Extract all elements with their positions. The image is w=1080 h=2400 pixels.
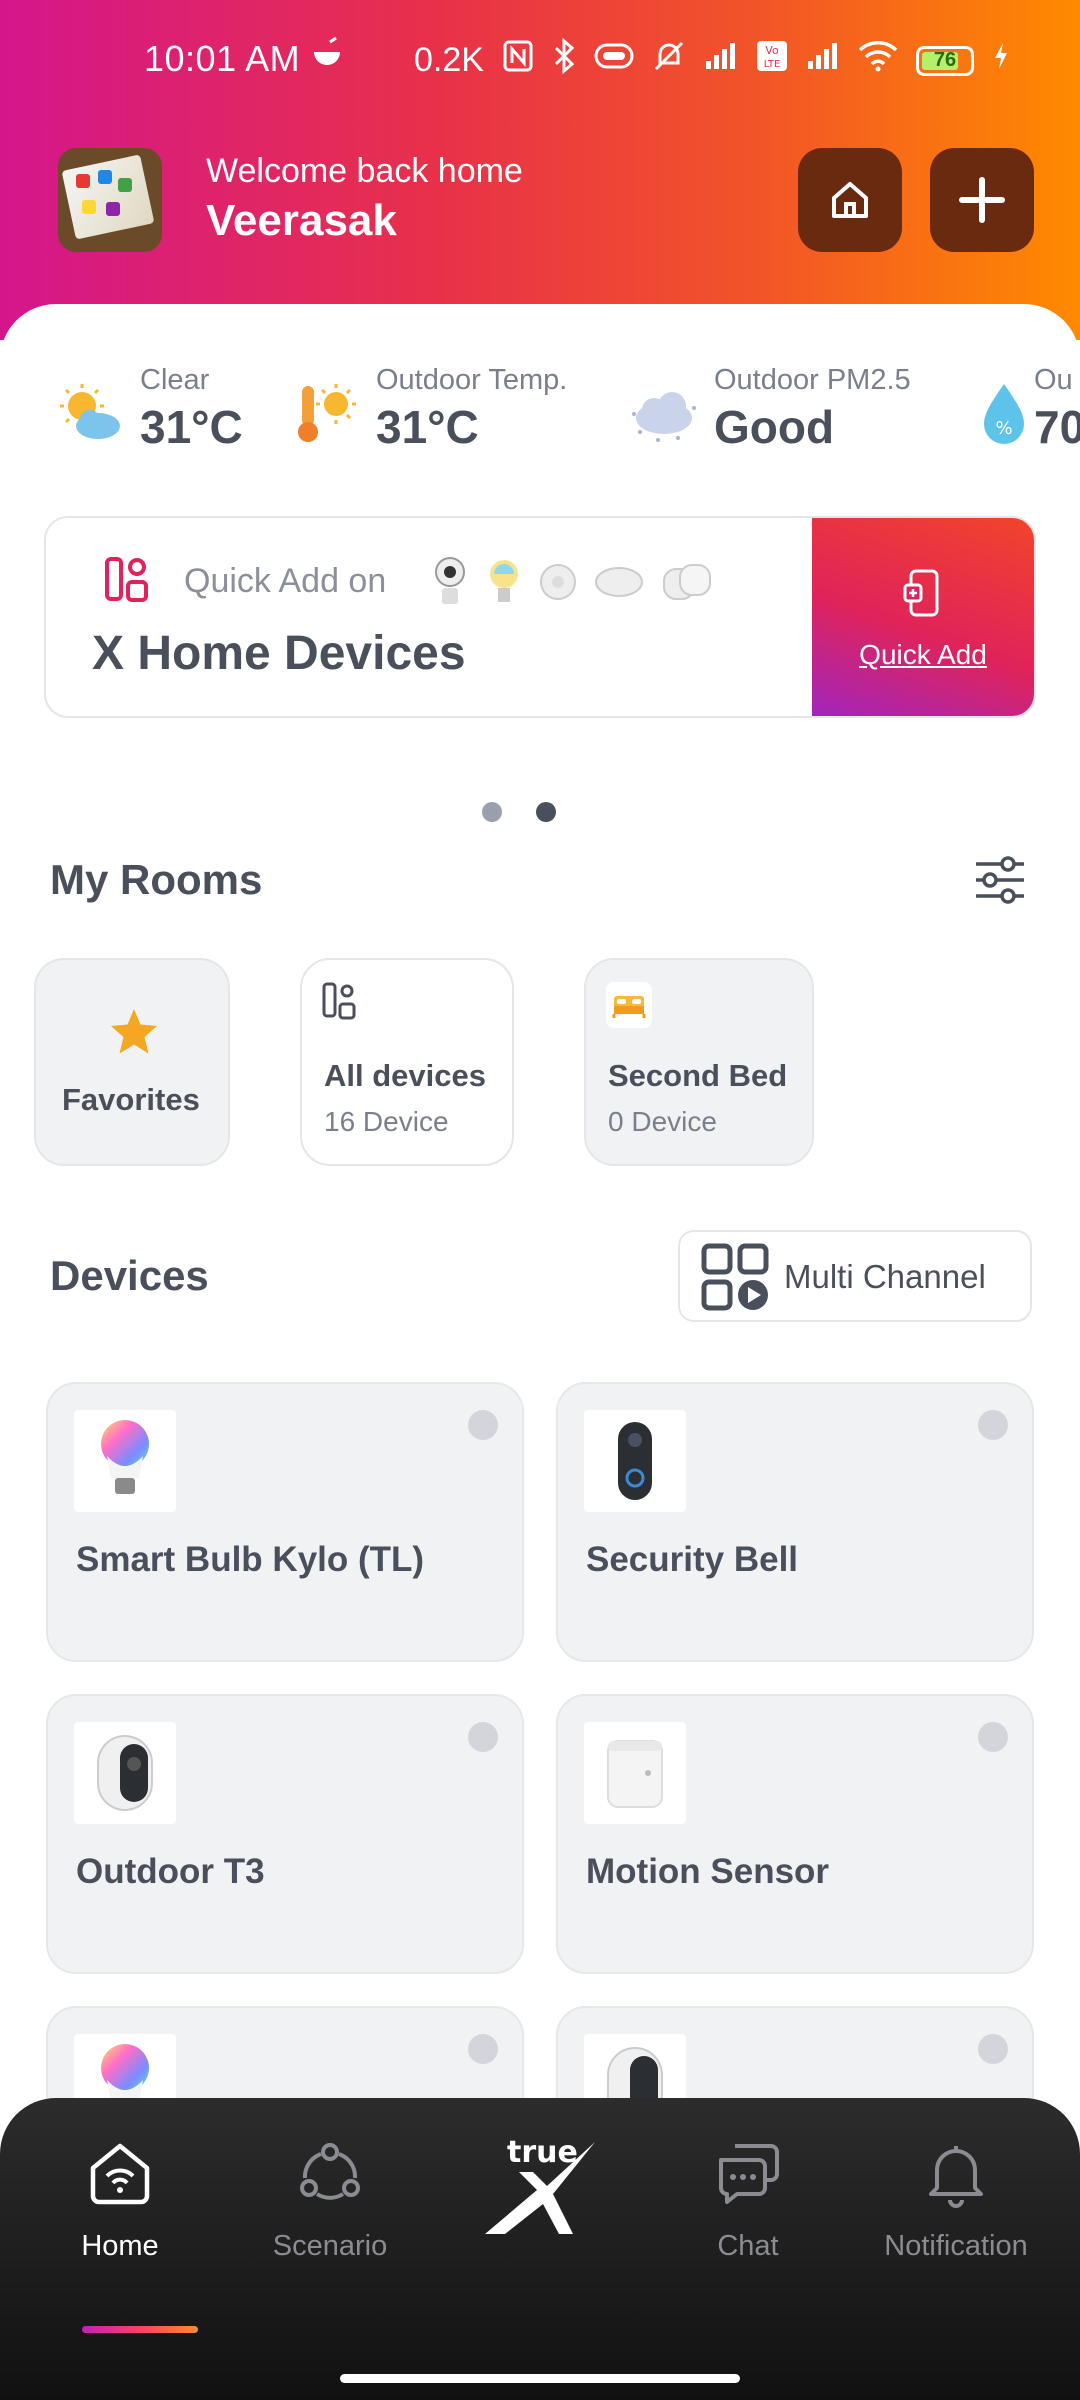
phone-add-icon: [903, 569, 939, 617]
thermometer-sun-icon: [298, 384, 356, 442]
add-button[interactable]: [930, 148, 1034, 252]
svg-text:%: %: [995, 418, 1012, 439]
user-header: Welcome back home Veerasak: [58, 148, 1080, 252]
device-name: Smart Bulb Kylo (TL): [76, 1540, 425, 1579]
device-card[interactable]: Security Bell: [556, 1382, 1034, 1662]
smart-bulb-icon: [74, 1410, 176, 1512]
quick-add-button[interactable]: Quick Add: [812, 518, 1034, 716]
bowl-icon: [310, 36, 344, 79]
net-speed: 0.2K: [414, 41, 484, 79]
carousel-dots: [482, 802, 556, 822]
main-content: Clear 31°C Outdoor Temp. 31°C Outdoor PM…: [0, 304, 1080, 2400]
home-wifi-icon: [90, 2143, 150, 2205]
multi-channel-button[interactable]: Multi Channel: [678, 1230, 1032, 1322]
svg-text:true: true: [507, 2135, 578, 2170]
quick-add-device-icons: [430, 556, 714, 608]
quick-add-card[interactable]: Quick Add on X Home Devices Quick Add: [44, 516, 1036, 718]
wifi-icon: [858, 40, 898, 81]
signal-icon-2: [806, 41, 840, 80]
scenario-icon: [300, 2143, 360, 2200]
quick-add-subtitle: X Home Devices: [92, 627, 466, 680]
weather-strip[interactable]: Clear 31°C Outdoor Temp. 31°C Outdoor PM…: [54, 364, 1080, 464]
quick-add-title: Quick Add on: [184, 562, 387, 600]
status-icons: 0.2K Vo LTE 76: [414, 37, 1010, 83]
star-icon: [111, 1009, 157, 1054]
nfc-icon: [502, 39, 534, 82]
carousel-dot-active[interactable]: [536, 802, 556, 822]
svg-text:Vo: Vo: [765, 44, 779, 57]
nav-scenario[interactable]: Scenario: [230, 2138, 430, 2278]
avatar[interactable]: [58, 148, 162, 252]
device-name: Motion Sensor: [586, 1852, 830, 1891]
device-status-toggle[interactable]: [978, 1722, 1008, 1752]
home-switch-button[interactable]: [798, 148, 902, 252]
device-status-toggle[interactable]: [468, 1722, 498, 1752]
motion-sensor-icon: [584, 1722, 686, 1824]
sun-cloud-icon: [60, 384, 120, 439]
doorbell-icon: [584, 1410, 686, 1512]
outdoor-camera-icon: [74, 1722, 176, 1824]
nav-truex-logo[interactable]: true: [440, 2135, 640, 2278]
welcome-text: Welcome back home: [206, 152, 523, 190]
carousel-dot[interactable]: [482, 802, 502, 822]
device-card[interactable]: Motion Sensor: [556, 1694, 1034, 1974]
bed-icon-wrap: [606, 982, 652, 1028]
dust-cloud-icon: [632, 392, 696, 442]
devices-icon: [105, 557, 148, 602]
bluetooth-icon: [552, 37, 576, 83]
multi-channel-icon: [701, 1243, 769, 1311]
nav-home[interactable]: Home: [20, 2138, 220, 2333]
bulb-icon: [490, 560, 518, 602]
device-name: Security Bell: [586, 1540, 799, 1579]
device-status-toggle[interactable]: [468, 1410, 498, 1440]
signal-icon-1: [704, 41, 738, 80]
room-card-second-bed[interactable]: Second Bed 0 Device: [584, 958, 814, 1166]
device-card[interactable]: Smart Bulb Kylo (TL): [46, 1382, 524, 1662]
camera-icon: [435, 557, 465, 604]
bed-icon: [612, 996, 646, 1018]
room-card-favorites[interactable]: Favorites: [34, 958, 230, 1166]
volte-icon: Vo LTE: [756, 40, 788, 81]
nav-active-indicator: [82, 2326, 198, 2333]
hub-icon: [595, 567, 643, 597]
nav-notification[interactable]: Notification: [856, 2138, 1056, 2278]
charging-icon: [992, 41, 1010, 80]
devices-icon: [322, 982, 356, 1020]
my-rooms-title: My Rooms: [50, 856, 263, 903]
chat-icon: [719, 2144, 779, 2204]
battery-icon: 76: [915, 45, 974, 76]
bell-icon: [929, 2146, 983, 2208]
nav-chat[interactable]: Chat: [648, 2138, 848, 2278]
device-name: Outdoor T3: [76, 1852, 265, 1891]
switch-icon: [663, 564, 711, 600]
home-gesture-indicator[interactable]: [340, 2374, 740, 2383]
truex-logo-icon: true: [485, 2135, 595, 2234]
plus-icon: [959, 177, 1005, 223]
devices-title: Devices: [50, 1252, 209, 1299]
status-time: 10:01 AM: [144, 38, 301, 79]
home-icon: [832, 182, 868, 218]
sensor-icon: [540, 564, 576, 600]
cast-icon: [594, 41, 634, 80]
device-status-toggle[interactable]: [978, 1410, 1008, 1440]
room-card-all-devices[interactable]: All devices 16 Device: [300, 958, 514, 1166]
user-name: Veerasak: [206, 196, 397, 245]
mute-bell-icon: [652, 39, 686, 82]
svg-text:LTE: LTE: [764, 59, 781, 70]
filter-sliders-icon[interactable]: [972, 852, 1028, 908]
device-status-toggle[interactable]: [978, 2034, 1008, 2064]
bottom-nav: Home Scenario true Chat Notification: [0, 2098, 1080, 2400]
device-card[interactable]: Outdoor T3: [46, 1694, 524, 1974]
device-status-toggle[interactable]: [468, 2034, 498, 2064]
status-bar: 10:01 AM 0.2K Vo LTE 76: [0, 30, 1080, 90]
